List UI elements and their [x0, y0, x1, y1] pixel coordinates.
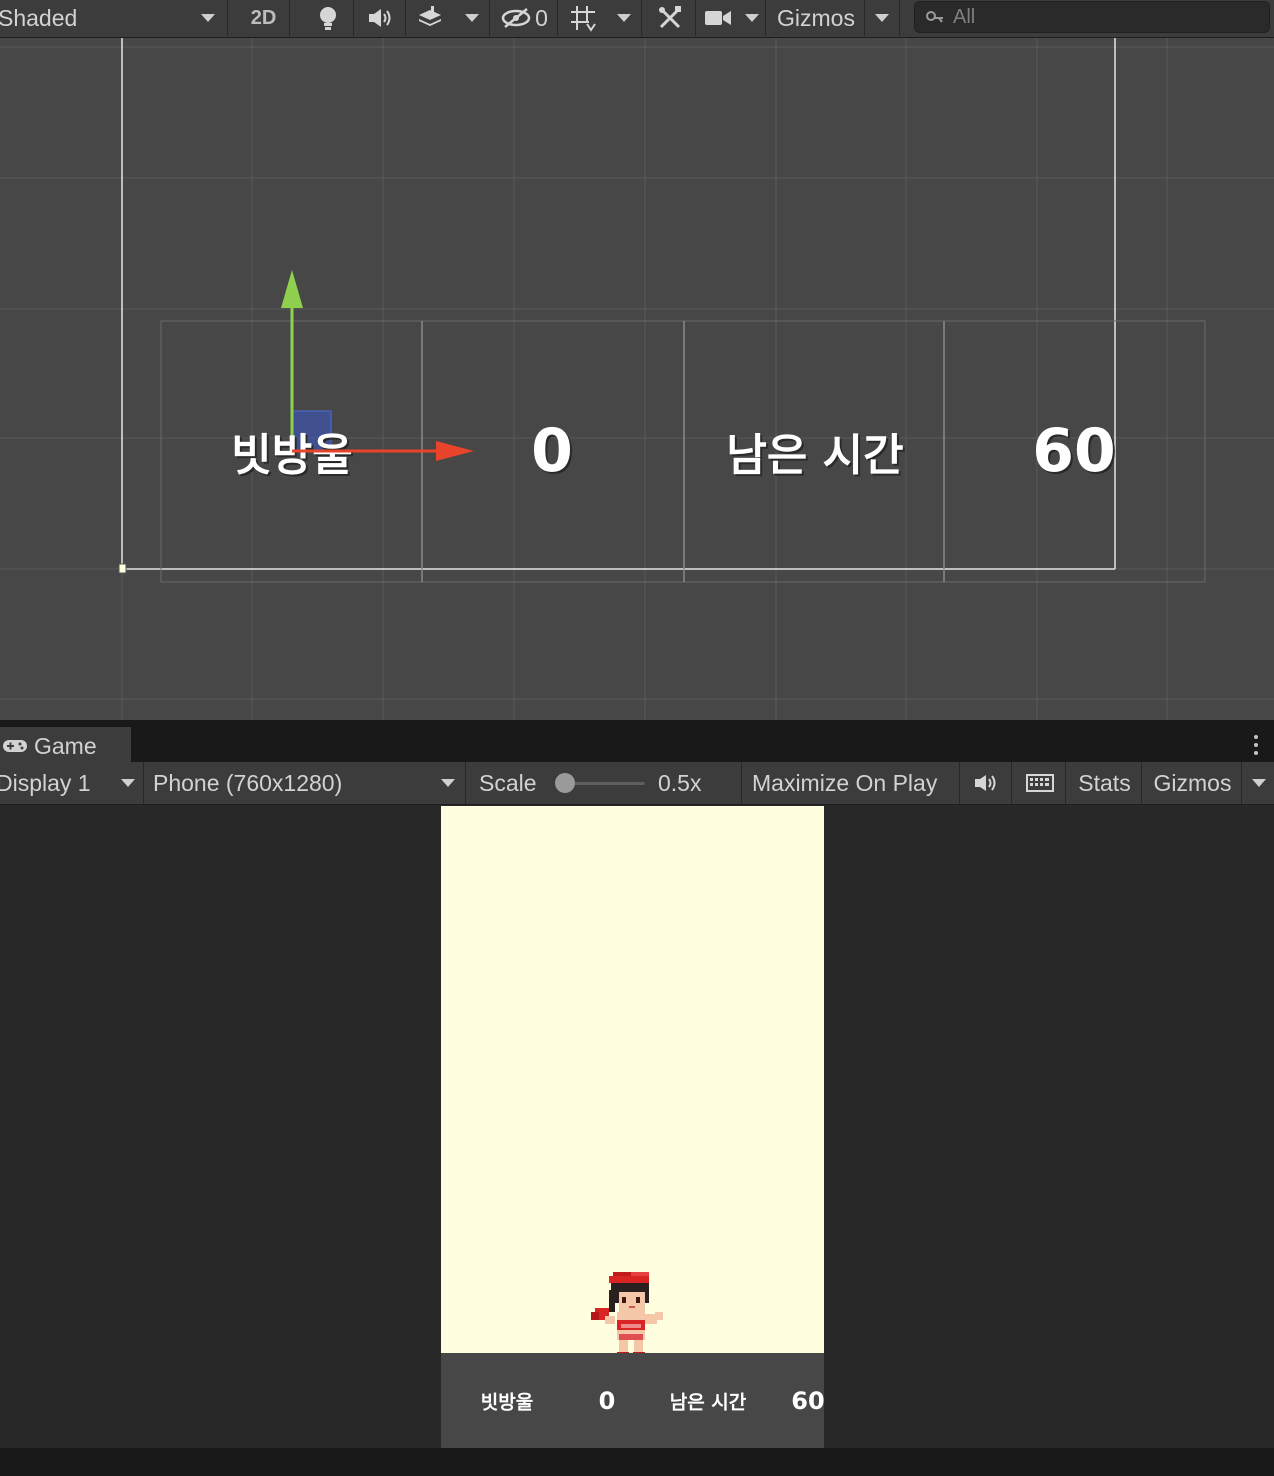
player-character[interactable]: [591, 1270, 669, 1358]
toggle-2d-button[interactable]: 2D: [238, 0, 290, 36]
shading-mode-dropdown[interactable]: Shaded: [0, 0, 228, 36]
effects-icon: [419, 6, 441, 26]
gizmos-dropdown[interactable]: [864, 0, 900, 36]
scale-label: Scale: [479, 769, 537, 796]
display-dropdown[interactable]: Display 1: [0, 762, 144, 804]
display-label: Display 1: [0, 769, 91, 796]
hidden-objects-toggle[interactable]: 0: [492, 0, 558, 36]
grid-dropdown[interactable]: [606, 0, 642, 36]
visibility-icon: [501, 8, 531, 28]
camera-toggle[interactable]: [698, 0, 738, 36]
game-tab-bar: Game: [0, 720, 1274, 765]
game-gizmos-dropdown[interactable]: [1244, 762, 1274, 804]
gamepad-icon: [3, 740, 27, 752]
hud-score-value: 0: [598, 1386, 616, 1415]
mute-audio-toggle[interactable]: [962, 762, 1012, 804]
toggle-2d-label: 2D: [250, 6, 277, 29]
search-icon: [926, 11, 943, 23]
effects-toggle[interactable]: [406, 0, 454, 36]
move-gizmo-x-axis[interactable]: [0, 38, 1274, 720]
more-options-icon[interactable]: [1254, 735, 1258, 755]
lighting-toggle[interactable]: [302, 0, 354, 36]
stats-toggle[interactable]: Stats: [1068, 762, 1142, 804]
maximize-on-play-label: Maximize On Play: [752, 769, 938, 796]
resolution-dropdown[interactable]: Phone (760x1280): [148, 762, 466, 804]
hidden-count: 0: [535, 4, 548, 31]
search-placeholder: All: [953, 5, 976, 28]
game-hud: 빗방울 0 남은 시간 60: [441, 1353, 824, 1448]
audio-icon: [368, 9, 390, 27]
bottom-strip: [0, 1448, 1274, 1476]
chevron-down-icon: [1252, 779, 1266, 787]
tab-game-label: Game: [34, 732, 97, 759]
scale-control: Scale 0.5x: [468, 762, 742, 804]
audio-toggle[interactable]: [354, 0, 406, 36]
stats-label: Stats: [1078, 769, 1131, 796]
chevron-down-icon: [875, 14, 889, 22]
tools-toggle[interactable]: [644, 0, 696, 36]
grid-toggle[interactable]: [560, 0, 606, 36]
keyboard-icon: [1025, 774, 1054, 792]
hud-time-value: 60: [791, 1386, 824, 1415]
chevron-down-icon: [201, 14, 215, 22]
gizmos-label: Gizmos: [777, 4, 855, 31]
tools-icon: [658, 6, 681, 29]
hud-rain-label: 빗방울: [480, 1391, 534, 1413]
chevron-down-icon: [616, 14, 631, 22]
game-view[interactable]: 빗방울 0 남은 시간 60: [0, 805, 1274, 1448]
lighting-icon: [319, 7, 336, 30]
game-gizmos-button[interactable]: Gizmos: [1144, 762, 1242, 804]
gizmos-button[interactable]: Gizmos: [768, 0, 864, 36]
game-gizmos-label: Gizmos: [1153, 769, 1232, 796]
keyboard-shortcuts-toggle[interactable]: [1014, 762, 1066, 804]
effects-dropdown[interactable]: [454, 0, 490, 36]
scale-slider-knob[interactable]: [555, 773, 575, 793]
scale-value: 0.5x: [658, 769, 702, 796]
grid-icon: [571, 6, 596, 32]
chevron-down-icon: [121, 779, 135, 787]
game-toolbar: Display 1 Phone (760x1280) Scale 0.5x Ma…: [0, 762, 1274, 805]
shading-mode-label: Shaded: [0, 4, 78, 31]
game-screen[interactable]: 빗방울 0 남은 시간 60: [441, 806, 824, 1448]
mute-audio-icon: [974, 775, 995, 791]
scene-toolbar: Shaded 2D 0 Gizmos All: [0, 0, 1274, 38]
chevron-down-icon: [464, 14, 479, 22]
resolution-label: Phone (760x1280): [153, 769, 343, 796]
hierarchy-search-input[interactable]: All: [914, 1, 1270, 33]
hud-time-label: 남은 시간: [669, 1391, 747, 1413]
tab-game[interactable]: Game: [0, 727, 131, 765]
maximize-on-play-toggle[interactable]: Maximize On Play: [744, 762, 960, 804]
scene-view[interactable]: 빗방울 0 남은 시간 60: [0, 38, 1274, 720]
chevron-down-icon: [441, 779, 455, 787]
camera-icon: [705, 11, 731, 25]
scale-slider-track[interactable]: [565, 782, 645, 785]
camera-dropdown[interactable]: [738, 0, 766, 36]
chevron-down-icon: [744, 14, 759, 22]
